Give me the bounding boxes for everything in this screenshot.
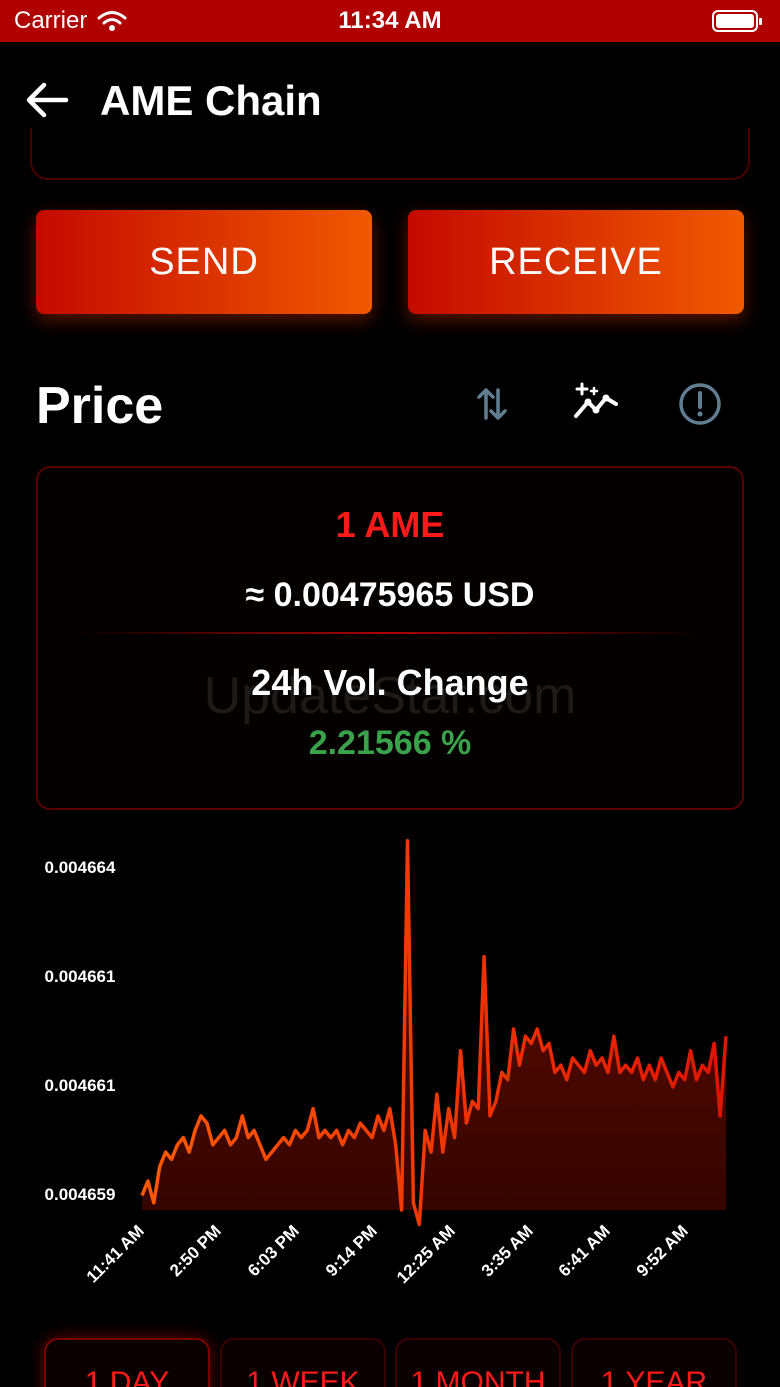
price-heading: Price [36, 377, 164, 435]
x-tick-label: 6:41 AM [555, 1221, 614, 1280]
price-chart[interactable]: 0.004664 0.004661 0.004661 0.004659 11:41 AM… [0, 830, 780, 1310]
x-tick-label: 9:52 AM [633, 1221, 692, 1280]
chart-area-fill [142, 840, 726, 1225]
x-tick-label: 11:41 AM [83, 1221, 148, 1286]
x-tick-label: 9:14 PM [322, 1221, 381, 1280]
y-tick-label: 0.004664 [45, 858, 116, 877]
wifi-icon [97, 11, 127, 31]
x-tick-label: 12:25 AM [393, 1221, 459, 1287]
x-tick-label: 3:35 AM [478, 1221, 537, 1280]
range-tab-1-week[interactable]: 1 WEEK [220, 1338, 386, 1387]
chart-sparkle-icon[interactable] [572, 380, 620, 428]
volume-change-label: 24h Vol. Change [251, 662, 529, 703]
range-tab-1-day[interactable]: 1 DAY [44, 1338, 210, 1387]
page-title: AME Chain [100, 77, 322, 124]
back-arrow-icon[interactable] [24, 80, 70, 120]
balance-card-edge [30, 128, 750, 180]
send-button[interactable]: SEND [36, 210, 372, 314]
coin-amount: 1 AME [335, 504, 445, 545]
y-tick-label: 0.004661 [45, 1076, 116, 1095]
status-bar: Carrier 11:34 AM [0, 0, 780, 42]
y-tick-label: 0.004661 [45, 967, 116, 986]
range-tab-1-year[interactable]: 1 YEAR [571, 1338, 737, 1387]
x-tick-label: 2:50 PM [166, 1221, 225, 1280]
x-tick-label: 6:03 PM [244, 1221, 303, 1280]
receive-button[interactable]: RECEIVE [408, 210, 744, 314]
swap-vertical-icon[interactable] [468, 380, 516, 428]
carrier-label: Carrier [14, 7, 88, 34]
status-left: Carrier [14, 7, 127, 35]
card-divider [78, 632, 702, 634]
y-tick-label: 0.004659 [45, 1185, 116, 1204]
volume-change-value: 2.21566 % [308, 724, 472, 762]
battery-icon [712, 10, 762, 32]
range-tab-1-month[interactable]: 1 MONTH [395, 1338, 561, 1387]
info-circle-icon[interactable] [676, 380, 724, 428]
usd-value: ≈ 0.00475965 USD [245, 576, 535, 614]
price-card: 1 AME ≈ 0.00475965 USD UpdateStar.com 24… [36, 466, 744, 810]
